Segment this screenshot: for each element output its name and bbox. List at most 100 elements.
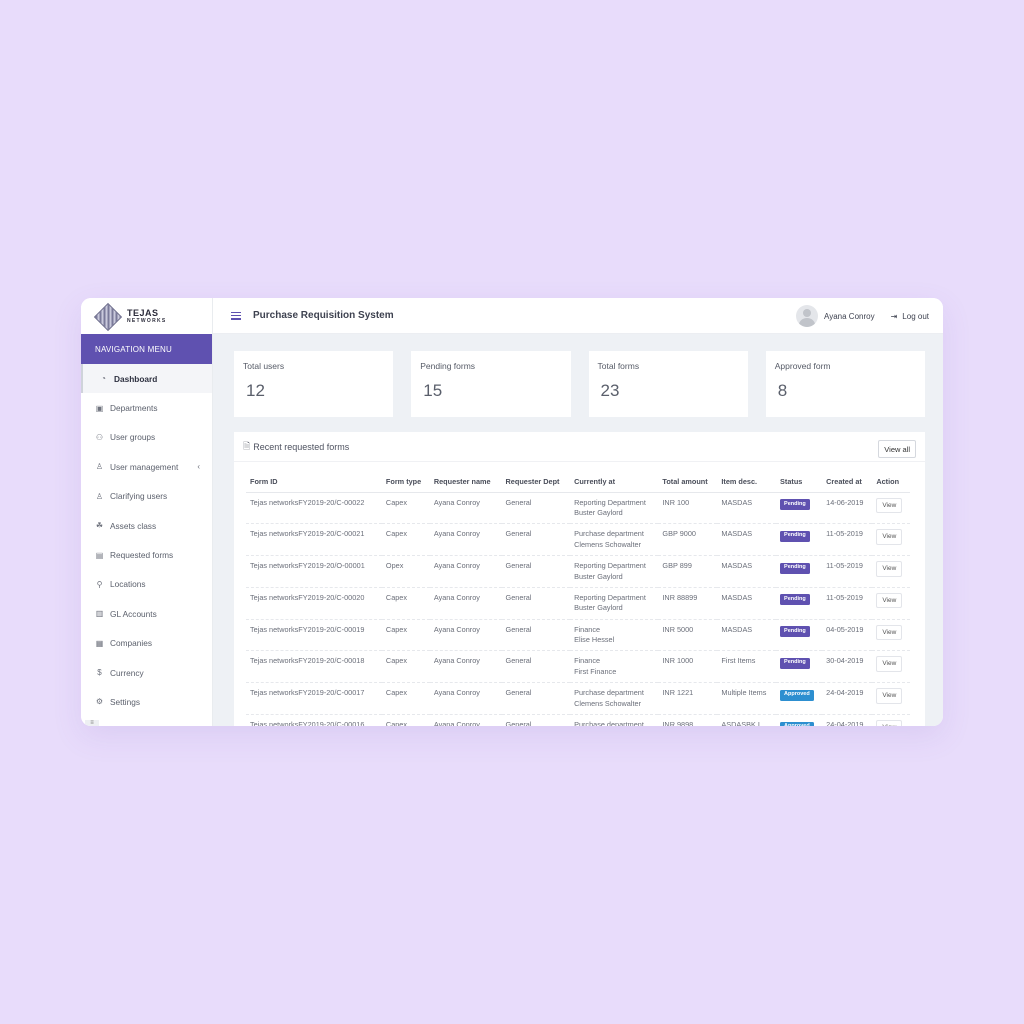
view-button[interactable]: View: [876, 624, 903, 641]
requester-name-cell: Ayana Conroy: [429, 523, 502, 557]
view-button[interactable]: View: [876, 720, 903, 726]
table-row: Tejas networksFY2019-20/O-00001 Opex Ayana…: [246, 555, 910, 588]
action-cell: View: [872, 619, 910, 652]
menu-toggle-icon[interactable]: [231, 311, 241, 320]
view-button[interactable]: View: [876, 497, 903, 513]
action-cell: View: [872, 492, 910, 525]
total-amount-cell: GBP 899: [658, 555, 718, 588]
view-button[interactable]: View: [876, 592, 903, 609]
currently-at-department: Reporting Department: [574, 561, 646, 571]
sidebar-item-dashboard[interactable]: ◔ Dashboard: [81, 364, 212, 394]
view-button[interactable]: View: [876, 529, 903, 545]
form-id-cell: Tejas networksFY2019-20/C-00021: [246, 523, 382, 557]
column-header[interactable]: Status: [776, 472, 823, 493]
stat-card-approved-form: Approved form 8: [765, 351, 925, 417]
action-cell: View: [872, 587, 910, 620]
requester-dept-cell: General: [501, 650, 571, 684]
currently-at-cell: Finance First Finance: [570, 650, 659, 684]
action-cell: View: [872, 555, 910, 588]
stat-value: 15: [423, 381, 443, 400]
sidebar-item-label: Departments: [110, 403, 158, 414]
sidebar-item-settings[interactable]: ⚙ Settings: [81, 687, 212, 716]
form-id-cell: Tejas networksFY2019-20/C-00019: [246, 619, 382, 652]
users-icon: ⚇: [95, 432, 104, 442]
sidebar-item-departments[interactable]: ▣ Departments: [81, 393, 212, 422]
requester-name-cell: Ayana Conroy: [429, 682, 502, 716]
view-button[interactable]: View: [876, 688, 903, 704]
sidebar-item-label: Clarifying users: [110, 491, 168, 502]
requester-dept-cell: General: [501, 555, 571, 588]
sidebar-item-currency[interactable]: $ Currency: [81, 658, 212, 687]
created-at-cell: 24-04-2019: [822, 714, 873, 726]
recent-forms-header: 🗎 Recent requested forms View all: [234, 432, 925, 462]
avatar[interactable]: [796, 305, 819, 327]
logout-button[interactable]: ⇥ Log out: [891, 312, 929, 321]
sidebar-item-companies[interactable]: ▦ Companies: [81, 629, 212, 658]
column-header[interactable]: Created at: [822, 472, 873, 493]
requester-name-cell: Ayana Conroy: [429, 555, 502, 588]
user-icon: ♙: [95, 491, 104, 501]
logo-mark-icon: [93, 302, 121, 330]
sidebar-item-requested-forms[interactable]: ▤ Requested forms: [81, 540, 212, 569]
view-all-button[interactable]: View all: [878, 440, 916, 458]
currently-at-person: Clemens Schowalter: [574, 698, 641, 708]
column-header[interactable]: Currently at: [570, 472, 659, 493]
currently-at-cell: Purchase department Clemens Schowalter: [570, 523, 659, 557]
form-id-cell: Tejas networksFY2019-20/C-00017: [246, 682, 382, 716]
created-at-cell: 30-04-2019: [822, 650, 873, 684]
requester-name-cell: Ayana Conroy: [429, 650, 502, 684]
status-badge: Pending: [780, 499, 810, 510]
column-header[interactable]: Requester Dept: [501, 472, 571, 493]
currently-at-cell: Reporting Department Buster Gaylord: [570, 555, 659, 588]
currently-at-person: Buster Gaylord: [574, 571, 623, 581]
column-header[interactable]: Form ID: [246, 472, 382, 493]
requester-dept-cell: General: [501, 714, 571, 726]
company-logo[interactable]: TEJAS NETWORKS: [81, 298, 212, 334]
currently-at-person: Clemens Schowalter: [574, 539, 641, 549]
sidebar-item-user-management[interactable]: ♙ User management ‹: [81, 452, 212, 481]
status-cell: Pending: [776, 555, 823, 588]
view-button[interactable]: View: [876, 656, 903, 672]
user-name[interactable]: Ayana Conroy: [824, 312, 875, 321]
column-header[interactable]: Action: [872, 472, 910, 493]
requester-dept-cell: General: [501, 523, 571, 557]
sidebar-item-locations[interactable]: ⚲ Locations: [81, 570, 212, 599]
sidebar-item-clarifying-users[interactable]: ♙ Clarifying users: [81, 482, 212, 511]
requester-dept-cell: General: [501, 587, 571, 620]
column-header[interactable]: Form type: [381, 472, 430, 493]
file-icon: ▤: [95, 550, 104, 560]
sidebar-item-gl-accounts[interactable]: ▥ GL Accounts: [81, 599, 212, 628]
table-row: Tejas networksFY2019-20/C-00018 Capex Ayan…: [246, 650, 910, 684]
requester-dept-cell: General: [501, 492, 571, 525]
total-amount-cell: INR 1221: [658, 682, 718, 716]
stat-label: Approved form: [774, 361, 831, 371]
table-body: Tejas networksFY2019-20/C-00022 Capex Ayan…: [246, 492, 910, 726]
total-amount-cell: INR 9898: [658, 714, 718, 726]
currently-at-department: Reporting Department: [574, 497, 646, 507]
form-type-cell: Capex: [381, 650, 430, 684]
status-badge: Pending: [780, 626, 810, 638]
currently-at-person: Buster Gaylord: [574, 603, 623, 613]
chevron-left-icon[interactable]: ‹: [197, 462, 200, 471]
sidebar-item-assets-class[interactable]: ☘ Assets class: [81, 511, 212, 540]
item-desc-cell: ASDASBK I: [717, 714, 777, 726]
form-id-cell: Tejas networksFY2019-20/C-00018: [246, 650, 382, 684]
stat-card-total-forms: Total forms 23: [588, 351, 748, 417]
action-cell: View: [872, 650, 910, 684]
created-at-cell: 14-06-2019: [822, 492, 873, 525]
logout-label: Log out: [902, 311, 929, 321]
currently-at-department: Finance: [574, 656, 601, 666]
recent-forms-table: Form ID Form type Requester name Requester …: [246, 472, 910, 726]
column-header[interactable]: Requester name: [429, 472, 502, 493]
currently-at-cell: Reporting Department Buster Gaylord: [570, 587, 659, 620]
sidebar-collapse-handle[interactable]: ≡: [85, 720, 99, 726]
cubes-icon: ☘: [95, 521, 104, 531]
view-button[interactable]: View: [876, 561, 903, 577]
sidebar-item-user-groups[interactable]: ⚇ User groups: [81, 423, 212, 452]
created-at-cell: 11-05-2019: [822, 555, 873, 588]
action-cell: View: [872, 682, 910, 716]
column-header[interactable]: Item desc.: [717, 472, 777, 493]
file-icon: 🗎: [243, 440, 251, 451]
column-header[interactable]: Total amount: [658, 472, 718, 493]
item-desc-cell: MASDAS: [717, 492, 777, 525]
